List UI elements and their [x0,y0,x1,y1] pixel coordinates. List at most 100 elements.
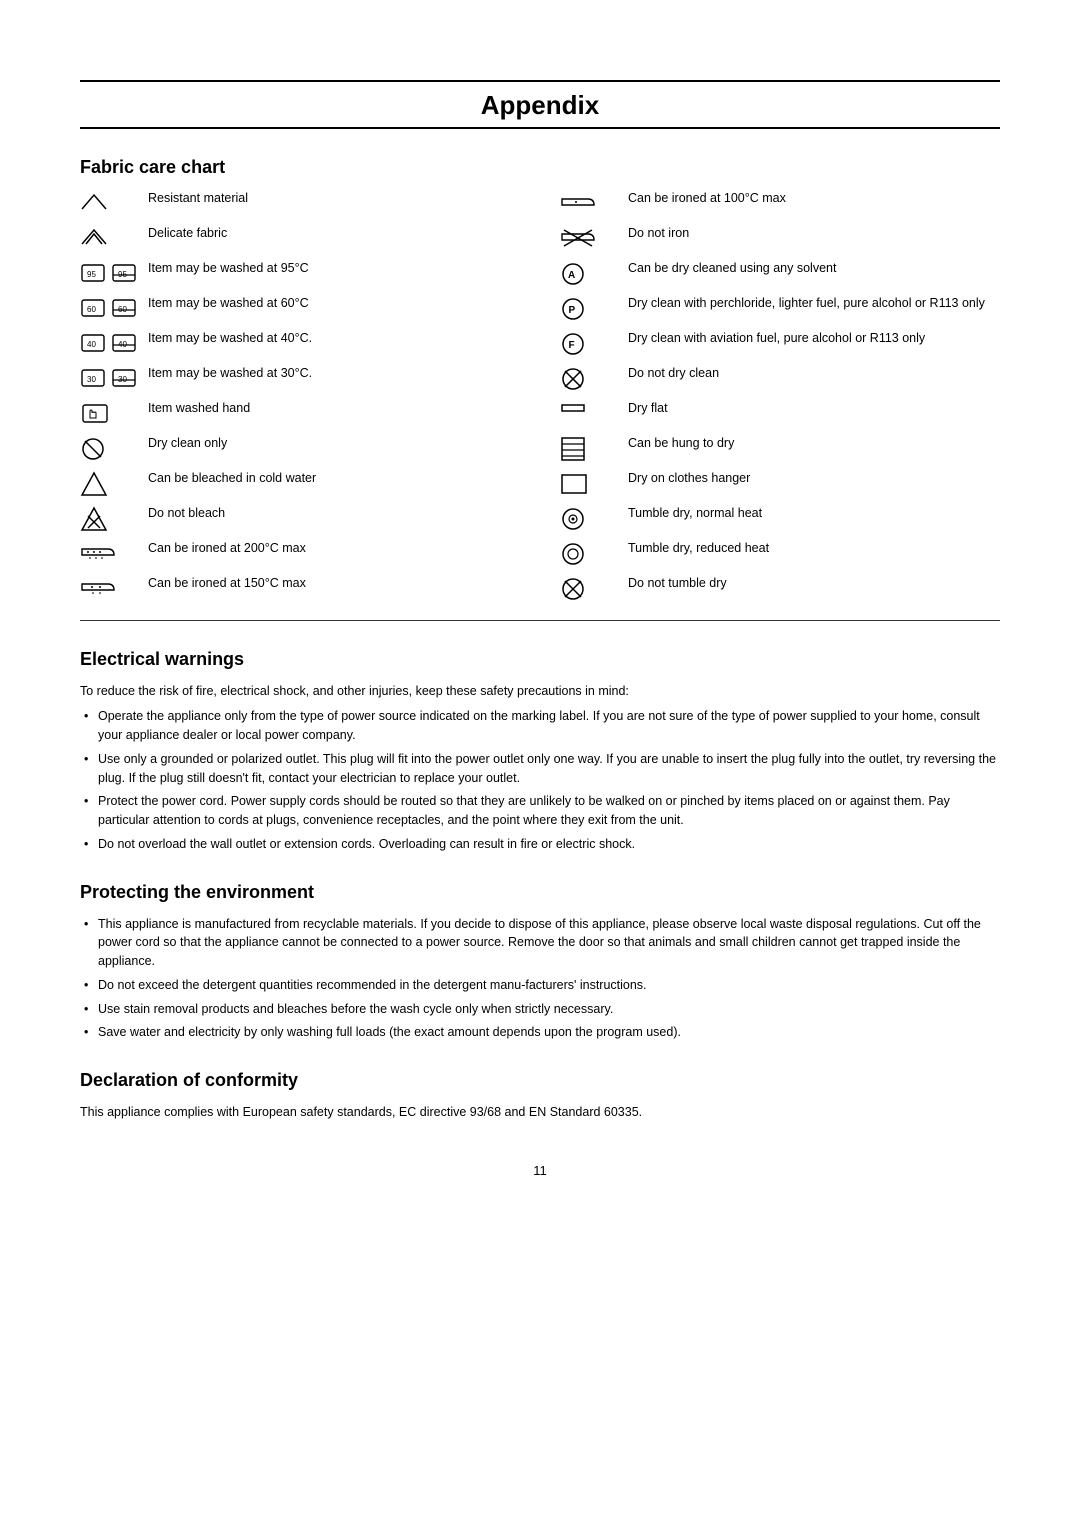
list-item: Can be hung to dry [560,435,1000,463]
environment-bullets: This appliance is manufactured from recy… [80,915,1000,1043]
wash-60-icon: 60 60 [80,296,140,318]
hand-wash-label: Item washed hand [148,400,520,417]
hung-dry-label: Can be hung to dry [628,435,1000,452]
tumble-dry-normal-icon [560,506,620,532]
wash-95-label: Item may be washed at 95°C [148,260,520,277]
conformity-title: Declaration of conformity [80,1070,1000,1091]
svg-text:30: 30 [87,375,96,384]
page-title: Appendix [80,80,1000,129]
dry-clean-only-icon [80,436,140,462]
list-item: Use stain removal products and bleaches … [80,1000,1000,1019]
list-item: Item washed hand [80,400,520,428]
list-item: Can be ironed at 100°C max [560,190,1000,218]
wash-95-icon: 95 95 [80,261,140,283]
no-bleach-icon [80,506,140,532]
wash-40-label: Item may be washed at 40°C. [148,330,520,347]
iron-150-label: Can be ironed at 150°C max [148,575,520,592]
list-item: Do not iron [560,225,1000,253]
list-item: Can be bleached in cold water [80,470,520,498]
fabric-care-chart: Resistant material Delicate fabric 95 [80,190,1000,610]
list-item: Tumble dry, normal heat [560,505,1000,533]
svg-text:95: 95 [87,270,96,279]
dry-clean-p-icon: P [560,296,620,322]
list-item: Save water and electricity by only washi… [80,1023,1000,1042]
no-bleach-label: Do not bleach [148,505,520,522]
hung-dry-icon [560,436,620,462]
resistant-material-label: Resistant material [148,190,520,207]
list-item: Tumble dry, reduced heat [560,540,1000,568]
dry-clean-any-icon: A [560,261,620,287]
delicate-fabric-icon [80,226,140,248]
list-item: Do not dry clean [560,365,1000,393]
list-item: This appliance is manufactured from recy… [80,915,1000,971]
no-dry-clean-icon [560,366,620,392]
no-iron-icon [560,226,620,248]
tumble-dry-reduced-icon [560,541,620,567]
no-tumble-dry-label: Do not tumble dry [628,575,1000,592]
list-item: A Can be dry cleaned using any solvent [560,260,1000,288]
dry-clean-only-label: Dry clean only [148,435,520,452]
list-item: Protect the power cord. Power supply cor… [80,792,1000,830]
fabric-care-title: Fabric care chart [80,157,1000,178]
hanger-dry-label: Dry on clothes hanger [628,470,1000,487]
dry-clean-p-label: Dry clean with perchloride, lighter fuel… [628,295,1000,312]
electrical-bullets: Operate the appliance only from the type… [80,707,1000,853]
list-item: Dry clean only [80,435,520,463]
hand-wash-icon [80,401,140,425]
resistant-material-icon [80,191,140,213]
list-item: 40 40 Item may be washed at 40°C. [80,330,520,358]
svg-text:A: A [568,270,575,281]
iron-100-label: Can be ironed at 100°C max [628,190,1000,207]
list-item: Dry on clothes hanger [560,470,1000,498]
svg-text:40: 40 [87,340,96,349]
wash-30-label: Item may be washed at 30°C. [148,365,520,382]
electrical-intro: To reduce the risk of fire, electrical s… [80,682,1000,701]
no-tumble-dry-icon [560,576,620,602]
page-number: 11 [80,1163,1000,1178]
list-item: Dry flat [560,400,1000,428]
bleach-cold-label: Can be bleached in cold water [148,470,520,487]
no-iron-label: Do not iron [628,225,1000,242]
dry-flat-icon [560,401,620,415]
list-item: Do not exceed the detergent quantities r… [80,976,1000,995]
dry-clean-any-label: Can be dry cleaned using any solvent [628,260,1000,277]
iron-200-icon [80,541,140,563]
delicate-fabric-label: Delicate fabric [148,225,520,242]
dry-clean-f-icon: F [560,331,620,357]
list-item: 95 95 Item may be washed at 95°C [80,260,520,288]
list-item: Can be ironed at 150°C max [80,575,520,603]
dry-clean-f-label: Dry clean with aviation fuel, pure alcoh… [628,330,1000,347]
tumble-dry-normal-label: Tumble dry, normal heat [628,505,1000,522]
dry-flat-label: Dry flat [628,400,1000,417]
svg-text:60: 60 [87,305,96,314]
list-item: Use only a grounded or polarized outlet.… [80,750,1000,788]
list-item: Delicate fabric [80,225,520,253]
iron-200-label: Can be ironed at 200°C max [148,540,520,557]
wash-40-icon: 40 40 [80,331,140,353]
wash-30-icon: 30 30 [80,366,140,388]
list-item: P Dry clean with perchloride, lighter fu… [560,295,1000,323]
bleach-cold-icon [80,471,140,497]
list-item: Do not bleach [80,505,520,533]
list-item: Resistant material [80,190,520,218]
iron-100-icon [560,191,620,213]
fabric-left-column: Resistant material Delicate fabric 95 [80,190,520,610]
conformity-text: This appliance complies with European sa… [80,1103,1000,1122]
svg-text:P: P [569,305,576,316]
tumble-dry-reduced-label: Tumble dry, reduced heat [628,540,1000,557]
list-item: F Dry clean with aviation fuel, pure alc… [560,330,1000,358]
svg-text:F: F [569,340,575,351]
environment-title: Protecting the environment [80,882,1000,903]
list-item: Do not tumble dry [560,575,1000,603]
list-item: 30 30 Item may be washed at 30°C. [80,365,520,393]
list-item: Do not overload the wall outlet or exten… [80,835,1000,854]
hanger-dry-icon [560,471,620,497]
list-item: Operate the appliance only from the type… [80,707,1000,745]
fabric-right-column: Can be ironed at 100°C max Do not iron A [560,190,1000,610]
wash-60-label: Item may be washed at 60°C [148,295,520,312]
list-item: Can be ironed at 200°C max [80,540,520,568]
list-item: 60 60 Item may be washed at 60°C [80,295,520,323]
no-dry-clean-label: Do not dry clean [628,365,1000,382]
electrical-title: Electrical warnings [80,649,1000,670]
iron-150-icon [80,576,140,598]
